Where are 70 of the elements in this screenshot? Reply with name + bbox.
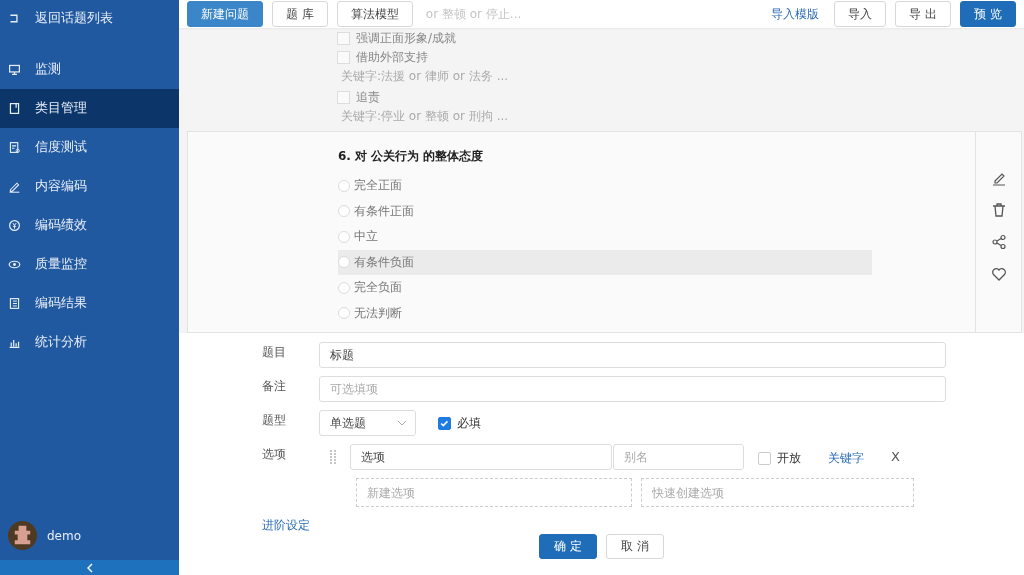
- eye-icon: [8, 258, 21, 271]
- radio-button[interactable]: [338, 179, 350, 192]
- field-label: 选项: [262, 446, 287, 463]
- new-option-field[interactable]: 新建选项: [356, 478, 632, 507]
- sidebar-item[interactable]: 内容编码: [0, 167, 179, 206]
- question-title: 6. 对 公关行为 的整体态度: [338, 148, 485, 165]
- back-link[interactable]: 返回话题列表: [0, 0, 179, 36]
- sidebar-item[interactable]: 监测: [0, 50, 179, 89]
- avatar: [8, 521, 37, 550]
- option-row[interactable]: 完全负面: [338, 275, 872, 301]
- field-label: 题目: [262, 344, 287, 361]
- option-row[interactable]: 中立: [338, 224, 872, 250]
- checkbox-label: 追责: [356, 89, 380, 106]
- trash-icon[interactable]: [990, 202, 1007, 218]
- chevron-left-icon: [85, 562, 94, 573]
- radio-button[interactable]: [338, 256, 350, 269]
- algorithm-model-button[interactable]: 算法模型: [336, 1, 413, 27]
- sidebar-item[interactable]: 编码绩效: [0, 206, 179, 245]
- collapse-bar[interactable]: [0, 560, 179, 575]
- preview-button[interactable]: 预 览: [960, 1, 1016, 27]
- advanced-settings-link[interactable]: 进阶设定: [262, 517, 310, 534]
- import-button[interactable]: 导入: [834, 1, 887, 27]
- checkbox-label: 开放: [777, 450, 801, 467]
- radio-button[interactable]: [338, 205, 350, 218]
- keyword-link[interactable]: 关键字: [828, 450, 864, 467]
- checkbox[interactable]: [758, 452, 771, 465]
- list-icon: [8, 297, 21, 310]
- remove-option-button[interactable]: X: [891, 449, 900, 464]
- option-row[interactable]: 完全正面: [338, 173, 872, 199]
- title-field[interactable]: 标题: [319, 342, 946, 368]
- field-label: 题型: [262, 412, 287, 429]
- sidebar-item[interactable]: 类目管理: [0, 89, 179, 128]
- option-row[interactable]: 无法判断: [338, 300, 872, 326]
- question-bank-button[interactable]: 题 库: [272, 1, 328, 27]
- type-dropdown[interactable]: 单选题: [319, 410, 416, 436]
- radio-button[interactable]: [338, 281, 350, 294]
- heart-icon[interactable]: [990, 266, 1007, 282]
- option-row[interactable]: 有条件负面: [338, 249, 872, 275]
- checkbox[interactable]: [438, 416, 451, 430]
- field-label: 备注: [262, 378, 287, 395]
- sidebar-item[interactable]: 质量监控: [0, 245, 179, 284]
- pen-icon: [8, 180, 21, 193]
- book-icon: [8, 102, 21, 115]
- monitor-icon: [8, 63, 21, 76]
- user-name: demo: [47, 528, 82, 543]
- confirm-button[interactable]: 确 定: [539, 534, 597, 559]
- radio-button[interactable]: [338, 230, 350, 243]
- cancel-button[interactable]: 取 消: [606, 534, 664, 559]
- chevron-down-icon: [397, 420, 407, 426]
- checkbox-label: 借助外部支持: [356, 49, 428, 66]
- document-icon: [8, 141, 21, 154]
- keyword-text: 关键字:法援 or 律师 or 法务 ...: [340, 68, 510, 85]
- quick-create-field[interactable]: 快速创建选项: [641, 478, 914, 507]
- new-question-button[interactable]: 新建问题: [187, 1, 263, 27]
- option-row[interactable]: 有条件正面: [338, 198, 872, 224]
- note-field[interactable]: 可选填项: [319, 376, 946, 402]
- radio-button[interactable]: [338, 307, 350, 320]
- alias-field[interactable]: 别名: [613, 444, 744, 470]
- keyword-text: 关键字:停业 or 整顿 or 刑拘 ...: [340, 108, 510, 125]
- drag-handle-icon[interactable]: [329, 450, 337, 464]
- sidebar-item[interactable]: 信度测试: [0, 128, 179, 167]
- share-icon[interactable]: [990, 234, 1007, 250]
- checkbox-label: 强调正面形象/成就: [356, 30, 457, 47]
- sidebar-item[interactable]: 编码结果: [0, 284, 179, 323]
- coin-icon: [8, 219, 21, 232]
- import-template-link[interactable]: 导入模版: [771, 5, 820, 23]
- sidebar-item[interactable]: 统计分析: [0, 323, 179, 362]
- checkbox-label: 必填: [457, 414, 481, 432]
- export-button[interactable]: 导 出: [895, 1, 952, 27]
- option-field[interactable]: 选项: [350, 444, 612, 470]
